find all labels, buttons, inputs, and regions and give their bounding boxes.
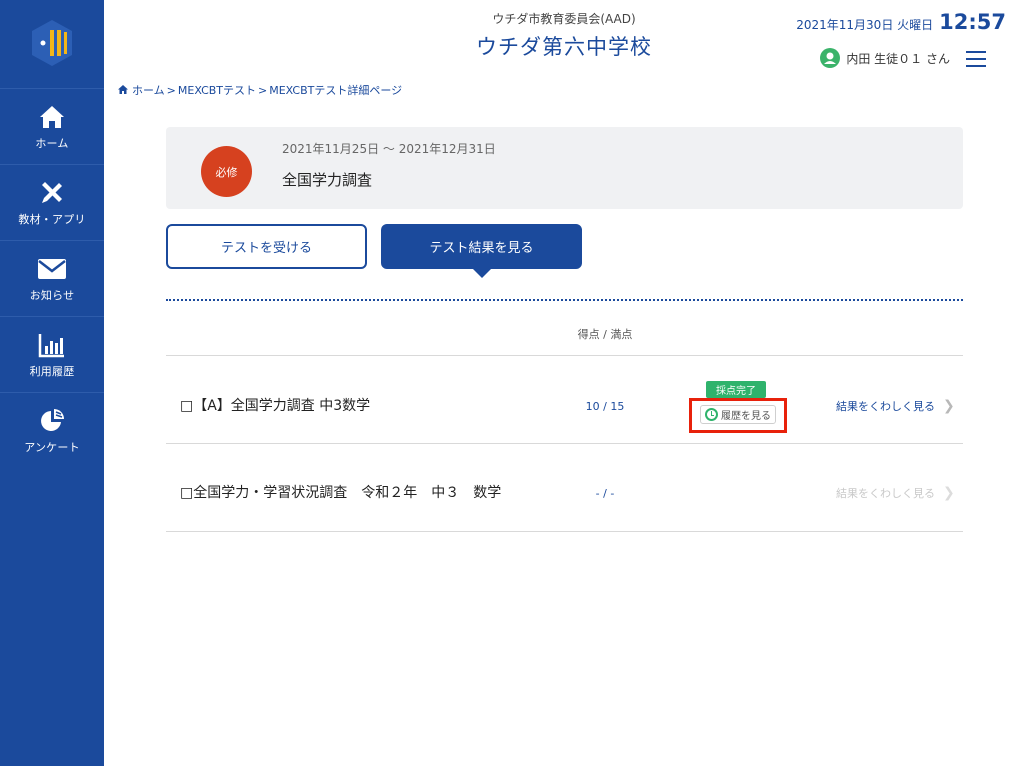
divider [166,299,963,301]
breadcrumb-home[interactable]: ホーム [132,82,165,98]
required-badge: 必修 [201,146,252,197]
view-details-label: 結果をくわしく見る [836,487,935,500]
divider [166,531,963,532]
sidebar-item-survey[interactable]: アンケート [0,392,104,468]
breadcrumb-mexcbt[interactable]: MEXCBTテスト [178,82,256,98]
score-column-header: 得点 / 満点 [577,328,633,341]
sidebar-item-label: お知らせ [29,288,75,302]
divider [166,443,963,444]
sidebar: ホーム 教材・アプリ お知らせ 利用履歴 アンケート [0,0,104,766]
home-icon [118,84,128,97]
view-details-label: 結果をくわしく見る [836,400,935,413]
sidebar-item-label: 教材・アプリ [18,212,86,226]
test-period: 2021年11月25日 〜 2021年12月31日 [282,142,496,156]
tools-icon [37,179,67,207]
current-time: 12:57 [939,10,1006,34]
active-tab-pointer [472,268,492,278]
sidebar-item-home[interactable]: ホーム [0,88,104,164]
breadcrumb-separator: > [166,83,176,97]
view-history-button[interactable]: 履歴を見る [700,405,776,424]
home-icon [37,103,67,131]
test-title: 全国学力調査 [282,171,373,189]
sidebar-item-materials[interactable]: 教材・アプリ [0,164,104,240]
bar-chart-icon [37,331,67,359]
chevron-right-icon: ❯ [943,485,955,501]
breadcrumb: ホーム > MEXCBTテスト > MEXCBTテスト詳細ページ [118,82,402,98]
hamburger-menu-icon[interactable] [966,51,986,67]
user-name: 内田 生徒０１ さん [846,51,950,66]
test-item-name: □全国学力・学習状況調査 令和２年 中３ 数学 [180,485,502,501]
current-date: 2021年11月30日 火曜日 [796,18,934,32]
mail-icon [37,255,67,283]
test-item-score: - / - [595,487,615,500]
breadcrumb-separator: > [258,83,268,97]
pie-chart-icon [37,407,67,435]
datetime: 2021年11月30日 火曜日 12:57 [796,10,1006,34]
chevron-right-icon: ❯ [943,398,955,414]
test-item-score: 10 / 15 [585,400,625,413]
view-results-button[interactable]: テスト結果を見る [381,224,582,269]
breadcrumb-current: MEXCBTテスト詳細ページ [269,84,403,97]
view-details-link[interactable]: 結果をくわしく見る ❯ [836,398,955,414]
app-logo[interactable] [28,18,76,68]
take-test-button[interactable]: テストを受ける [166,224,367,269]
test-item-name: □【A】全国学力調査 中3数学 [180,398,371,414]
user-icon [820,48,841,68]
test-info-card: 必修 2021年11月25日 〜 2021年12月31日 全国学力調査 [166,127,963,209]
sidebar-item-history[interactable]: 利用履歴 [0,316,104,392]
view-details-link: 結果をくわしく見る ❯ [836,485,955,501]
view-history-label: 履歴を見る [721,411,771,422]
clock-icon [705,408,718,421]
sidebar-nav: ホーム 教材・アプリ お知らせ 利用履歴 アンケート [0,88,104,468]
status-badge: 採点完了 [706,381,766,398]
user-info[interactable]: 内田 生徒０１ さん [820,48,950,68]
sidebar-item-label: アンケート [24,440,80,454]
sidebar-item-label: ホーム [35,136,69,150]
sidebar-item-label: 利用履歴 [29,364,75,378]
divider [166,355,963,356]
sidebar-item-notices[interactable]: お知らせ [0,240,104,316]
